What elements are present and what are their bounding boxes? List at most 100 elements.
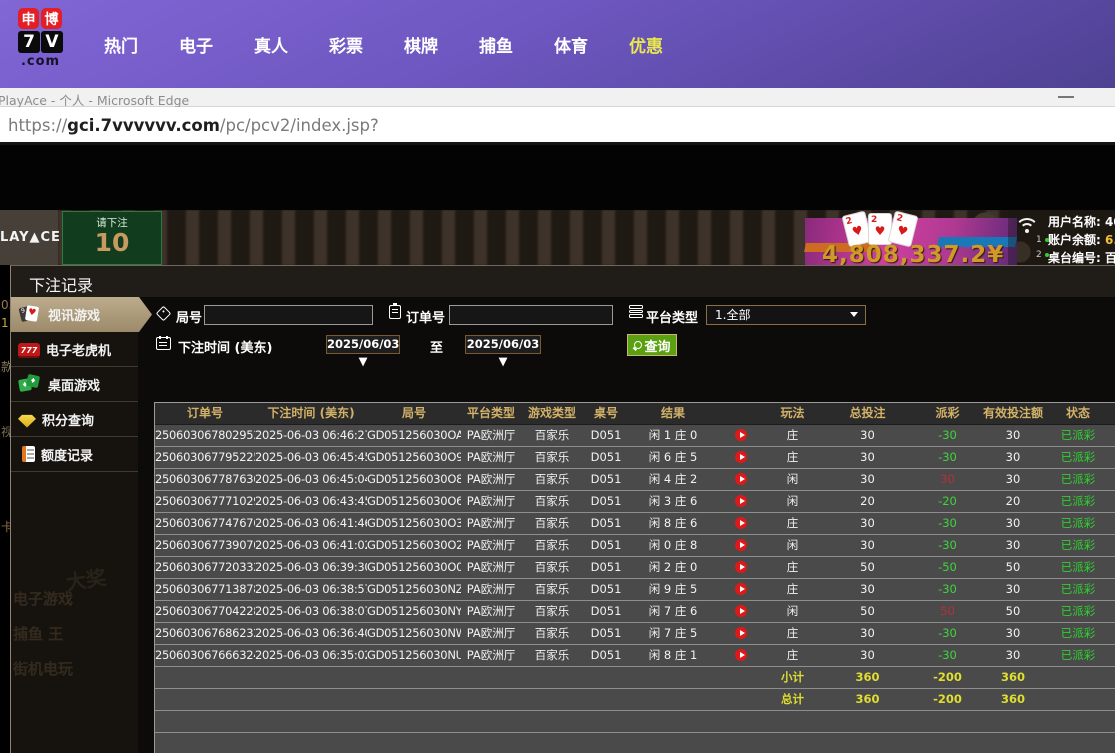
column-header: 局号 [367,403,461,424]
empty-cell [717,689,765,710]
clipped-cell [1110,491,1115,512]
round-number-cell: GD051256030OA [367,425,461,446]
play-cell: 闲 [765,535,820,556]
round-number-cell: GD051256030O3 [367,513,461,534]
order-number-cell: 250603067666324 [155,645,255,666]
nav-item-boardgames[interactable]: 棋牌 [404,32,438,57]
browser-urlbar[interactable]: https://gci.7vvvvvv.com/pc/pcv2/index.js… [0,107,1115,145]
payout-cell: -30 [915,623,980,644]
logo-char: V [41,31,63,53]
table-row: 2506030677390702025-06-03 06:41:02GD0512… [155,535,1115,557]
table-row: 2506030677138782025-06-03 06:38:57GD0512… [155,579,1115,601]
site-logo[interactable]: 申 博 7 V .com [18,8,80,69]
clipped-cell [1110,645,1115,666]
column-header: 总投注 [820,403,915,424]
date-to-select[interactable]: 2025/06/03 ▼ [465,335,541,354]
platform-type-select[interactable]: 1.全部 [706,305,866,325]
nav-item-hot[interactable]: 热门 [104,32,138,57]
order-number-cell: 250603067704228 [155,601,255,622]
bet-time-cell: 2025-06-03 06:39:30 [255,557,367,578]
total-bet-cell: 30 [820,623,915,644]
play-video-icon[interactable] [735,539,747,551]
play-video-icon[interactable] [735,561,747,573]
result-cell: 闲 7 庄 5 [629,623,717,644]
table-number-cell: D051 [583,557,629,578]
result-cell: 闲 4 庄 2 [629,469,717,490]
empty-cell [461,667,521,688]
round-number-input[interactable] [204,305,373,325]
nav-item-slots[interactable]: 电子 [179,32,213,57]
valid-bet-cell: 30 [980,513,1046,534]
wifi-icon [1014,216,1040,236]
game-type-cell: 百家乐 [521,623,583,644]
play-video-icon[interactable] [735,517,747,529]
total-bet-cell: 30 [820,645,915,666]
total-bet-cell: 30 [820,447,915,468]
site-nav-menu: 热门 电子 真人 彩票 棋牌 捕鱼 体育 优惠 [104,0,663,88]
game-type-cell: 百家乐 [521,557,583,578]
game-type-cell: 百家乐 [521,579,583,600]
table-row: 2506030676862322025-06-03 06:36:40GD0512… [155,623,1115,645]
play-video-icon[interactable] [735,583,747,595]
diamond-icon [18,414,36,428]
grand-total-valid-bet: 360 [980,689,1046,710]
sidebar-item-quota-records[interactable]: 额度记录 [11,437,138,472]
round-number-cell: GD051256030O2 [367,535,461,556]
play-cell: 庄 [765,513,820,534]
game-type-cell: 百家乐 [521,601,583,622]
platform-type-icon [629,305,643,319]
nav-item-sports[interactable]: 体育 [554,32,588,57]
table-row: 2506030677710292025-06-03 06:43:45GD0512… [155,491,1115,513]
nav-item-live[interactable]: 真人 [254,32,288,57]
site-nav: 申 博 7 V .com 热门 电子 真人 彩票 棋牌 捕鱼 体育 优惠 [0,0,1115,88]
date-from-select[interactable]: 2025/06/03 ▼ [326,335,400,354]
play-video-icon[interactable] [735,451,747,463]
sidebar-item-points-query[interactable]: 积分查询 [11,402,138,437]
playace-brand-text: LAY▲CE [0,230,61,245]
logo-char: 7 [18,31,40,53]
play-video-icon[interactable] [735,649,747,661]
empty-cell [255,667,367,688]
order-number-cell: 250603067686232 [155,623,255,644]
table-row: 2506030677876362025-06-03 06:45:04GD0512… [155,469,1115,491]
order-number-input[interactable] [449,305,613,325]
browser-titlebar: PlayAce - 个人 - Microsoft Edge [0,88,1115,107]
sidebar-item-table-games[interactable]: ♦♦ 桌面游戏 [11,367,138,402]
platform-cell: PA欧洲厅 [461,557,521,578]
table-header-row: 订单号下注时间 (美东)局号平台类型游戏类型桌号结果玩法总投注派彩有效投注额状态… [155,403,1115,425]
platform-type-label: 平台类型 [646,307,698,326]
order-number-label: 订单号 [406,307,445,326]
sidebar-item-slots[interactable]: 777 电子老虎机 [11,332,138,367]
bet-countdown-panel: 请下注 10 [62,211,162,265]
search-button[interactable]: 查询 [627,334,677,356]
table-number-cell: D051 [583,469,629,490]
nav-item-fishing[interactable]: 捕鱼 [479,32,513,57]
logo-char: 博 [41,8,62,29]
modal-sidebar: 9♥ 视讯游戏 777 电子老虎机 ♦♦ 桌面游戏 积分查询 额度记录 电子游戏… [11,297,138,753]
table-number-cell: D051 [583,513,629,534]
valid-bet-cell: 30 [980,645,1046,666]
url-text[interactable]: https://gci.7vvvvvv.com/pc/pcv2/index.js… [8,116,379,135]
play-video-icon[interactable] [735,627,747,639]
sidebar-item-live-games[interactable]: 9♥ 视讯游戏 [11,297,152,332]
page-background [0,145,1115,210]
nav-item-promos[interactable]: 优惠 [629,32,663,57]
play-video-icon[interactable] [735,473,747,485]
minimize-icon[interactable] [1058,96,1074,98]
column-header: 状态 [1046,403,1110,424]
total-bet-cell: 30 [820,535,915,556]
playace-logo-zone: LAY▲CE [0,210,58,265]
clipboard-icon [389,305,401,319]
total-bet-cell: 30 [820,469,915,490]
play-video-icon[interactable] [735,429,747,441]
valid-bet-cell: 50 [980,601,1046,622]
document-icon [22,446,35,462]
nav-item-lottery[interactable]: 彩票 [329,32,363,57]
bet-records-table: 订单号下注时间 (美东)局号平台类型游戏类型桌号结果玩法总投注派彩有效投注额状态… [154,402,1115,753]
play-cell: 闲 [765,469,820,490]
total-bet-cell: 30 [820,579,915,600]
column-header: 平台类型 [461,403,521,424]
play-video-icon[interactable] [735,605,747,617]
play-video-icon[interactable] [735,495,747,507]
status-cell: 已派彩 [1046,491,1110,512]
